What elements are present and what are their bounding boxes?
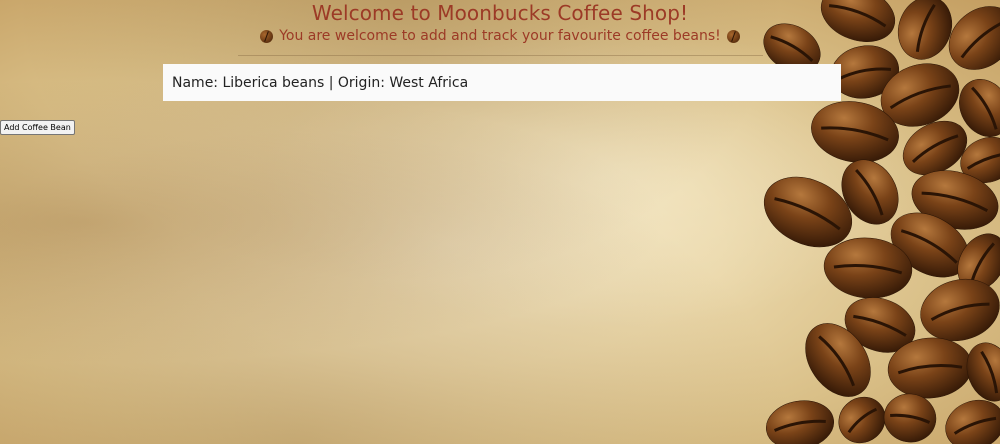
coffee-bean-icon (726, 29, 740, 43)
page-title: Welcome to Moonbucks Coffee Shop! (311, 1, 689, 25)
coffee-bean-card: Name: Liberica beans | Origin: West Afri… (163, 64, 841, 101)
header-divider (238, 55, 763, 56)
page-subtitle: You are welcome to add and track your fa… (0, 26, 1000, 46)
page-header: Welcome to Moonbucks Coffee Shop! You ar… (0, 0, 1000, 56)
coffee-bean-icon (260, 29, 274, 43)
bean-details: Name: Liberica beans | Origin: West Afri… (172, 74, 469, 91)
add-coffee-bean-button[interactable]: Add Coffee Bean (0, 120, 75, 135)
subtitle-text: You are welcome to add and track your fa… (279, 28, 721, 44)
